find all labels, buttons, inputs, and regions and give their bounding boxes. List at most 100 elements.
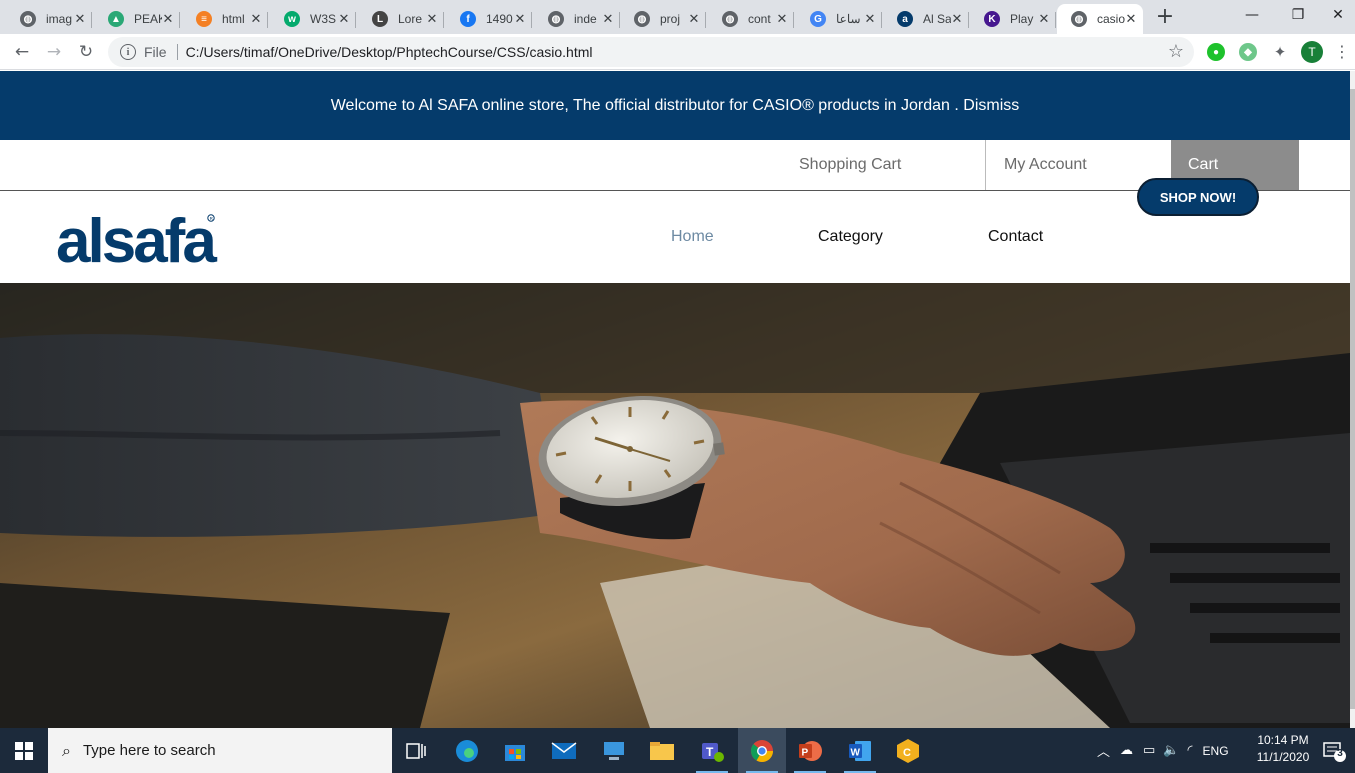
extension-android-icon[interactable]: ◆ bbox=[1239, 43, 1257, 61]
scrollbar-thumb[interactable] bbox=[1350, 89, 1355, 709]
tab-close-icon[interactable]: ✕ bbox=[688, 12, 700, 27]
notification-count: 3 bbox=[1337, 748, 1343, 759]
reload-icon[interactable]: ↻ bbox=[74, 40, 98, 64]
tab-close-icon[interactable]: ✕ bbox=[1038, 12, 1050, 27]
tab-close-icon[interactable]: ✕ bbox=[74, 12, 86, 27]
tab-close-icon[interactable]: ✕ bbox=[1125, 12, 1137, 27]
browser-tab[interactable]: K Play ✕ bbox=[970, 4, 1056, 34]
minimize-button[interactable]: — bbox=[1229, 0, 1275, 30]
app-hexagon-icon[interactable]: C bbox=[884, 728, 932, 773]
tab-separator bbox=[91, 12, 92, 28]
address-divider bbox=[176, 44, 178, 60]
edge-icon[interactable] bbox=[443, 728, 491, 773]
tab-close-icon[interactable]: ✕ bbox=[514, 12, 526, 27]
language-indicator[interactable]: ENG bbox=[1203, 744, 1229, 758]
browser-tab[interactable]: ≡ html ✕ bbox=[182, 4, 268, 34]
globe-icon: ◍ bbox=[20, 11, 36, 27]
w3schools-icon: w bbox=[284, 11, 300, 27]
chrome-icon[interactable] bbox=[738, 728, 786, 773]
volume-icon[interactable]: 🔈 bbox=[1163, 743, 1179, 758]
back-icon[interactable]: ← bbox=[10, 40, 34, 64]
taskbar-search[interactable]: ⌕ Type here to search bbox=[48, 728, 392, 773]
menu-kebab-icon[interactable]: ⋮ bbox=[1334, 42, 1350, 61]
browser-tab[interactable]: a Al Sa ✕ bbox=[883, 4, 969, 34]
task-view-icon[interactable] bbox=[392, 728, 440, 773]
shop-now-button[interactable]: SHOP NOW! bbox=[1137, 178, 1259, 216]
onedrive-cloud-icon[interactable]: ☁ bbox=[1120, 743, 1133, 758]
powerpoint-icon[interactable]: P bbox=[786, 728, 834, 773]
browser-tab[interactable]: ▲ PEAK✕ bbox=[94, 4, 180, 34]
info-icon[interactable]: i bbox=[120, 44, 136, 60]
tab-separator bbox=[1055, 12, 1056, 28]
new-tab-button[interactable]: + bbox=[1152, 6, 1178, 30]
lorem-icon: L bbox=[372, 11, 388, 27]
nav-home[interactable]: Home bbox=[671, 228, 714, 246]
restore-button[interactable]: ❐ bbox=[1275, 0, 1321, 30]
start-button[interactable] bbox=[0, 728, 48, 773]
tab-close-icon[interactable]: ✕ bbox=[338, 12, 350, 27]
browser-tab[interactable]: G ساعا ✕ bbox=[796, 4, 882, 34]
svg-text:T: T bbox=[706, 745, 714, 759]
file-explorer-icon[interactable] bbox=[638, 728, 686, 773]
battery-icon[interactable]: ▭ bbox=[1143, 743, 1155, 758]
tab-separator bbox=[531, 12, 532, 28]
profile-avatar[interactable]: T bbox=[1301, 41, 1323, 63]
alsafa-logo[interactable]: alsafa R bbox=[56, 212, 246, 268]
browser-tab[interactable]: w W3S ✕ bbox=[270, 4, 356, 34]
windows-taskbar: ⌕ Type here to search T P W C ︿ ☁ ▭ 🔈 ◜ … bbox=[0, 728, 1355, 773]
forward-icon[interactable]: → bbox=[42, 40, 66, 64]
alsafa-icon: a bbox=[897, 11, 913, 27]
nav-contact[interactable]: Contact bbox=[988, 228, 1043, 246]
tab-label: PEAK bbox=[134, 12, 162, 26]
svg-text:C: C bbox=[903, 747, 911, 759]
tab-close-icon[interactable]: ✕ bbox=[951, 12, 963, 27]
browser-tab[interactable]: ◍ casio ✕ bbox=[1057, 4, 1143, 34]
tab-close-icon[interactable]: ✕ bbox=[864, 12, 876, 27]
tab-separator bbox=[968, 12, 969, 28]
address-bar[interactable]: i File C:/Users/timaf/OneDrive/Desktop/P… bbox=[108, 37, 1194, 67]
tab-label: Al Sa bbox=[923, 12, 951, 26]
tab-separator bbox=[355, 12, 356, 28]
mail-icon[interactable] bbox=[540, 728, 588, 773]
network-icon[interactable]: ◜ bbox=[1188, 743, 1193, 758]
extensions-puzzle-icon[interactable]: ✦ bbox=[1268, 40, 1292, 64]
store-icon[interactable] bbox=[491, 728, 539, 773]
tab-close-icon[interactable]: ✕ bbox=[162, 12, 174, 27]
browser-tab[interactable]: ◍ cont ✕ bbox=[708, 4, 794, 34]
shopping-cart-link[interactable]: Shopping Cart bbox=[782, 140, 986, 190]
address-scheme: File bbox=[144, 44, 167, 60]
browser-tab[interactable]: ◍ proj ✕ bbox=[620, 4, 706, 34]
tab-close-icon[interactable]: ✕ bbox=[776, 12, 788, 27]
bookmark-star-icon[interactable]: ☆ bbox=[1168, 41, 1184, 62]
dismiss-link[interactable]: Dismiss bbox=[963, 97, 1019, 114]
tab-label: W3S bbox=[310, 12, 337, 26]
taskbar-search-placeholder: Type here to search bbox=[82, 742, 216, 759]
tab-close-icon[interactable]: ✕ bbox=[250, 12, 262, 27]
announcement-text: Welcome to Al SAFA online store, The off… bbox=[330, 97, 964, 114]
tab-label: cont bbox=[748, 12, 771, 26]
hero-watch-image bbox=[0, 283, 1350, 728]
chevron-up-icon[interactable]: ︿ bbox=[1097, 741, 1110, 760]
tab-label: proj bbox=[660, 12, 681, 26]
close-window-button[interactable]: ✕ bbox=[1321, 0, 1355, 30]
tab-strip: ◍imag✕▲PEAK✕≡html✕wW3S✕LLore✕f1490✕◍inde… bbox=[0, 0, 1355, 34]
page-scrollbar[interactable] bbox=[1350, 71, 1355, 728]
tab-close-icon[interactable]: ✕ bbox=[602, 12, 614, 27]
extension-green-icon[interactable]: ● bbox=[1207, 43, 1225, 61]
nav-category[interactable]: Category bbox=[818, 228, 883, 246]
search-icon: ⌕ bbox=[62, 740, 71, 760]
browser-tab[interactable]: L Lore ✕ bbox=[358, 4, 444, 34]
browser-tab[interactable]: ◍ imag ✕ bbox=[6, 4, 92, 34]
tab-label: casio bbox=[1097, 12, 1125, 26]
globe-icon: ◍ bbox=[1071, 11, 1087, 27]
browser-tab[interactable]: ◍ inde ✕ bbox=[534, 4, 620, 34]
computer-icon[interactable] bbox=[590, 728, 638, 773]
tab-label: html bbox=[222, 12, 245, 26]
teams-icon[interactable]: T bbox=[688, 728, 736, 773]
address-url[interactable]: C:/Users/timaf/OneDrive/Desktop/PhptechC… bbox=[186, 44, 593, 60]
word-icon[interactable]: W bbox=[836, 728, 884, 773]
browser-tab[interactable]: f 1490 ✕ bbox=[446, 4, 532, 34]
notification-center-icon[interactable]: 3 bbox=[1322, 739, 1346, 763]
clock[interactable]: 10:14 PM 11/1/2020 bbox=[1250, 732, 1316, 766]
tab-close-icon[interactable]: ✕ bbox=[426, 12, 438, 27]
